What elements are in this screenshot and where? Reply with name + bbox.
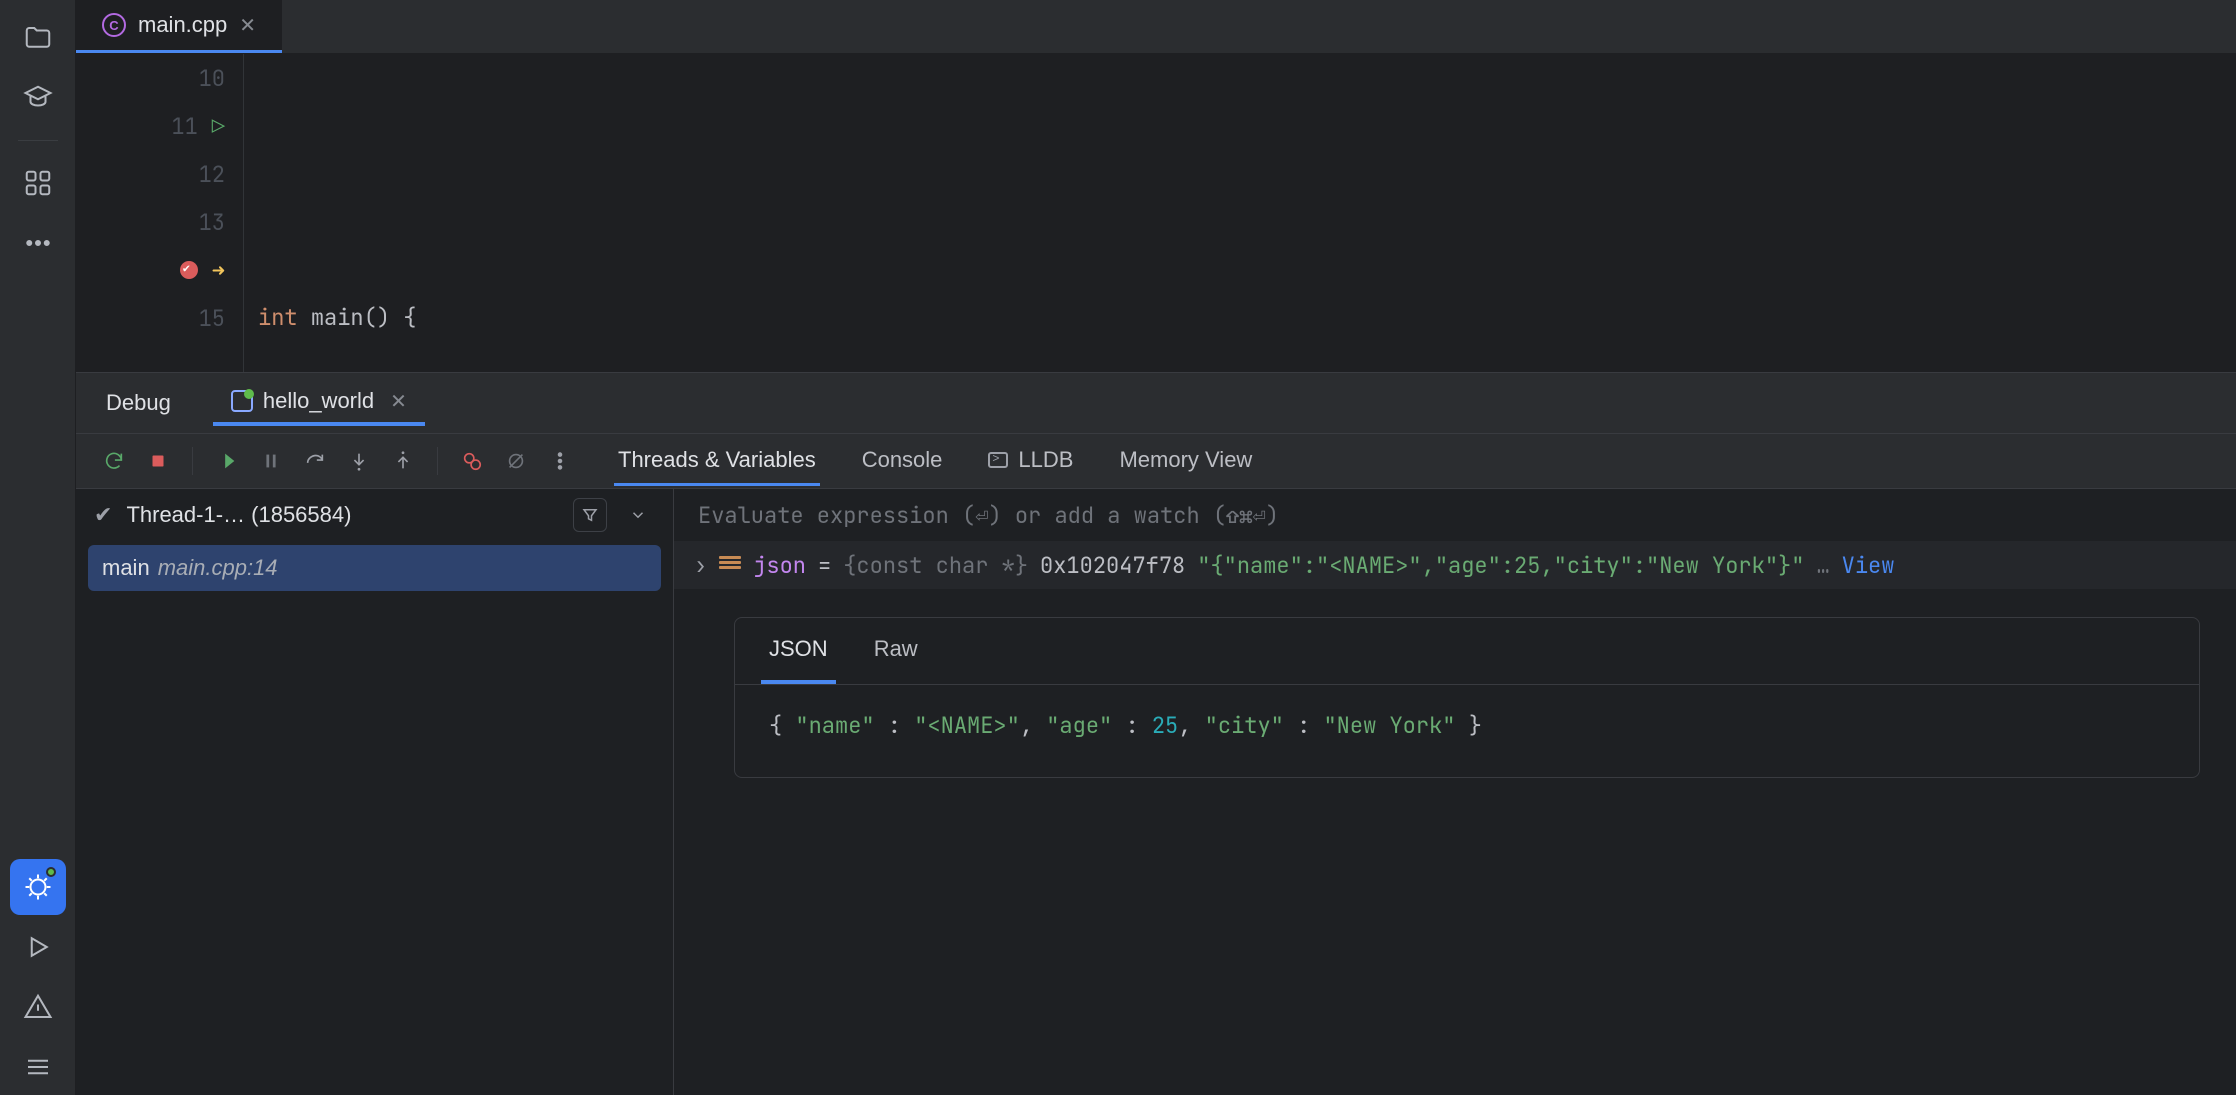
- editor-tab-main-cpp[interactable]: C main.cpp ✕: [76, 0, 282, 53]
- pause-button[interactable]: [251, 441, 291, 481]
- problems-icon[interactable]: [10, 979, 66, 1035]
- run-tool-icon[interactable]: [10, 919, 66, 975]
- resume-button[interactable]: [207, 441, 247, 481]
- folder-icon[interactable]: [10, 10, 66, 66]
- learn-icon[interactable]: [10, 70, 66, 126]
- debug-panel: Debug hello_world ✕ Threads & Variable: [76, 372, 2236, 1095]
- run-gutter-icon[interactable]: ▷: [212, 112, 225, 141]
- frames-pane: ✔ Thread-1-… (1856584) main main.cpp:14: [76, 489, 674, 1095]
- json-viewer: JSON Raw { "name" : "<NAME>", "age" : 25…: [734, 617, 2200, 778]
- structure-icon[interactable]: [10, 155, 66, 211]
- run-config-icon: [231, 390, 253, 412]
- step-over-button[interactable]: [295, 441, 335, 481]
- debug-tool-icon[interactable]: [10, 859, 66, 915]
- tab-threads-variables[interactable]: Threads & Variables: [614, 437, 820, 486]
- menu-icon[interactable]: [10, 1039, 66, 1095]
- breakpoint-icon[interactable]: [180, 261, 198, 279]
- activity-bar: [0, 0, 76, 1095]
- debug-toolbar: Threads & Variables Console LLDB Memory …: [76, 433, 2236, 489]
- step-into-button[interactable]: [339, 441, 379, 481]
- step-out-button[interactable]: [383, 441, 423, 481]
- more-icon[interactable]: [10, 215, 66, 271]
- json-content: { "name" : "<NAME>", "age" : 25, "city" …: [735, 685, 2199, 777]
- mute-breakpoints-button[interactable]: [496, 441, 536, 481]
- chevron-down-icon[interactable]: [621, 498, 655, 532]
- variables-pane: Evaluate expression (⏎) or add a watch (…: [674, 489, 2236, 1095]
- close-icon[interactable]: ✕: [239, 13, 256, 38]
- code-editor[interactable]: 10 11▷ 12 13 ➜ 15 int main() { const cha…: [76, 54, 2236, 372]
- execution-point-icon: ➜: [212, 256, 225, 285]
- variable-icon: [719, 556, 741, 574]
- rerun-button[interactable]: [94, 441, 134, 481]
- check-icon: ✔: [94, 502, 112, 528]
- editor-tabs: C main.cpp ✕: [76, 0, 2236, 54]
- editor-tab-label: main.cpp: [138, 12, 227, 38]
- stop-button[interactable]: [138, 441, 178, 481]
- more-actions-button[interactable]: [540, 441, 580, 481]
- evaluate-expression-input[interactable]: Evaluate expression (⏎) or add a watch (…: [674, 489, 2236, 541]
- tab-json[interactable]: JSON: [761, 618, 836, 684]
- debug-config-tab[interactable]: hello_world ✕: [213, 380, 425, 426]
- stack-frame[interactable]: main main.cpp:14: [88, 545, 661, 591]
- variable-row-json[interactable]: › json = {const char *} 0x102047f78 "{"n…: [674, 541, 2236, 589]
- debug-label: Debug: [100, 386, 177, 420]
- cpp-file-icon: C: [102, 13, 126, 37]
- tab-lldb[interactable]: LLDB: [984, 437, 1077, 486]
- close-icon[interactable]: ✕: [390, 389, 407, 414]
- terminal-icon: [988, 452, 1008, 468]
- thread-selector[interactable]: ✔ Thread-1-… (1856584): [76, 489, 673, 541]
- tab-memory-view[interactable]: Memory View: [1115, 437, 1256, 486]
- tab-console[interactable]: Console: [858, 437, 947, 486]
- view-breakpoints-button[interactable]: [452, 441, 492, 481]
- tab-raw[interactable]: Raw: [866, 618, 926, 684]
- editor-gutter: 10 11▷ 12 13 ➜ 15: [76, 54, 244, 372]
- filter-button[interactable]: [573, 498, 607, 532]
- view-link[interactable]: View: [1842, 551, 1895, 580]
- chevron-right-icon[interactable]: ›: [694, 551, 707, 580]
